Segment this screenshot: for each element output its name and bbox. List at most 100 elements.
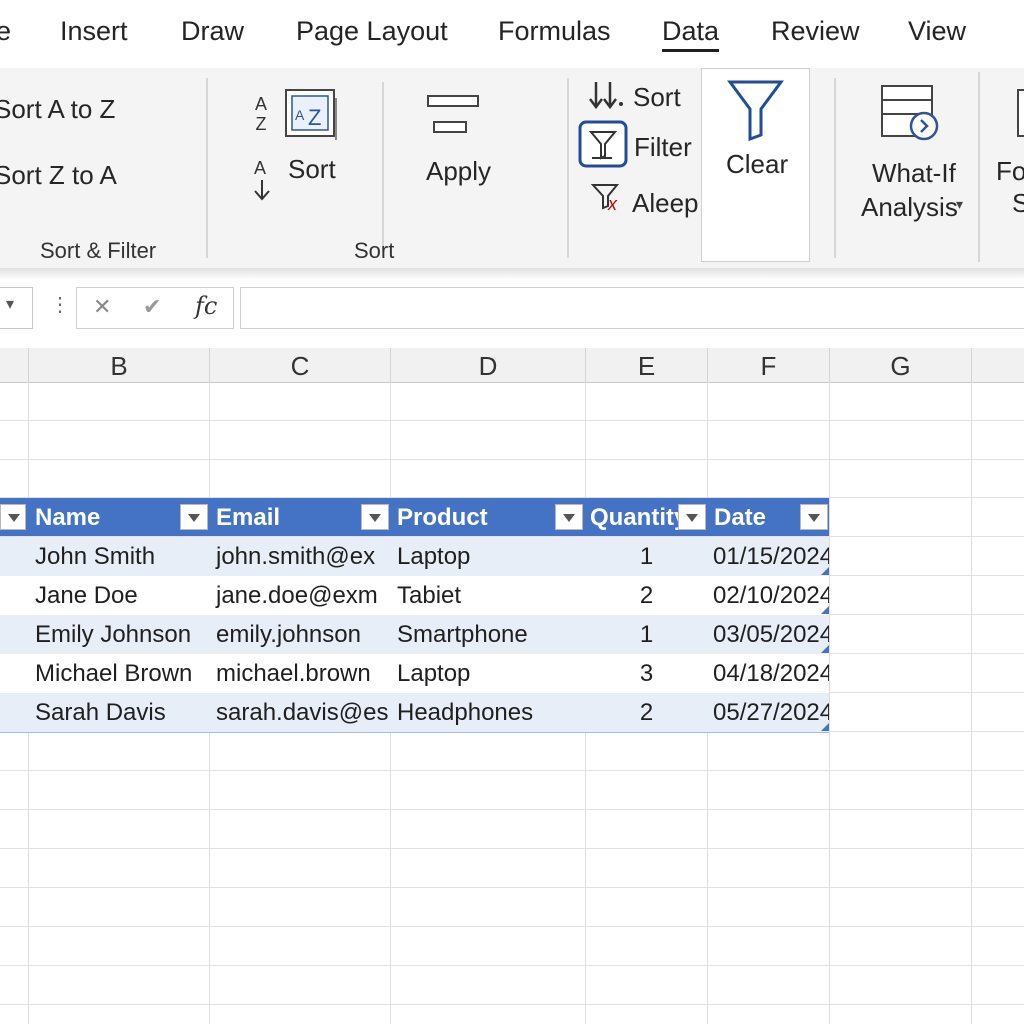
insert-function-icon[interactable]: fc — [195, 292, 217, 320]
filter-dropdown-email[interactable] — [361, 504, 389, 530]
tab-draw[interactable]: Draw — [181, 16, 244, 47]
more-options-icon[interactable]: ⋮ — [50, 292, 70, 317]
formula-input[interactable] — [240, 287, 1024, 329]
cell-email[interactable]: jane.doe@exm — [210, 576, 390, 615]
sort-az-small-icon[interactable]: AZ — [254, 94, 268, 134]
tab-data[interactable]: Data — [662, 16, 720, 52]
sort-button[interactable]: Sort — [288, 154, 336, 185]
forecast-label-line1[interactable]: Fo — [996, 156, 1024, 187]
grid-line — [829, 382, 830, 1024]
grid-line — [971, 382, 972, 1024]
cell-date[interactable]: 04/18/2024 — [708, 654, 829, 693]
tab-insert[interactable]: Insert — [60, 16, 128, 47]
column-header-a-partial[interactable] — [0, 348, 29, 383]
what-if-analysis-icon[interactable] — [878, 82, 944, 144]
column-header-e[interactable]: E — [586, 348, 708, 383]
apply-icon[interactable] — [424, 94, 484, 138]
cell-name[interactable]: Sarah Davis — [29, 693, 209, 732]
cancel-icon[interactable]: ✕ — [93, 294, 111, 320]
grid-line — [0, 459, 1024, 460]
cell-quantity[interactable]: 1 — [586, 615, 707, 654]
cell-marker — [821, 645, 829, 653]
cell-name[interactable]: Jane Doe — [29, 576, 209, 615]
cell-email[interactable]: sarah.davis@es — [210, 693, 390, 732]
ribbon: Sort A to Z Sort Z to A Sort & Filter AZ… — [0, 68, 1024, 268]
group-label-sort: Sort — [354, 238, 395, 263]
grid-line — [0, 1004, 1024, 1005]
cell-quantity[interactable]: 3 — [586, 654, 707, 693]
column-header-c[interactable]: C — [210, 348, 391, 383]
column-header-b[interactable]: B — [29, 348, 210, 383]
cell-quantity[interactable]: 2 — [586, 693, 707, 732]
chevron-down-icon[interactable]: ▾ — [6, 294, 14, 314]
name-box[interactable]: ▾ — [0, 287, 33, 329]
grid-line — [0, 926, 1024, 927]
cell-date[interactable]: 05/27/2024 — [708, 693, 829, 732]
cell-email[interactable]: john.smith@ex — [210, 537, 390, 576]
formula-controls: ✕ ✔ fc — [76, 287, 234, 329]
grid-line — [0, 809, 1024, 810]
clear-filter-icon[interactable]: x — [590, 182, 626, 212]
sort-a-to-z-button[interactable]: Sort A to Z — [0, 94, 115, 125]
group-divider — [834, 78, 836, 258]
grid-line — [0, 887, 1024, 888]
filter-dropdown-quantity[interactable] — [678, 504, 706, 530]
forecast-icon[interactable] — [1016, 86, 1024, 138]
ribbon-shadow — [0, 268, 1024, 280]
cell-date[interactable]: 01/15/2024 — [708, 537, 829, 576]
cell-name[interactable]: John Smith — [29, 537, 209, 576]
what-if-label-line2[interactable]: Analysis — [861, 192, 958, 223]
cell-product[interactable]: Headphones — [391, 693, 585, 732]
sort-command[interactable]: Sort — [633, 82, 681, 113]
grid-line — [0, 848, 1024, 849]
table-header-quantity: Quantity — [590, 504, 678, 531]
sort-dialog-icon[interactable]: A Z — [284, 88, 340, 140]
cell-date[interactable]: 03/05/2024 — [708, 615, 829, 654]
group-divider — [978, 72, 980, 262]
filter-dropdown-date[interactable] — [800, 504, 828, 530]
grid-line — [0, 420, 1024, 421]
cell-marker — [821, 567, 829, 575]
tab-formulas[interactable]: Formulas — [498, 16, 611, 47]
cell-product[interactable]: Laptop — [391, 537, 585, 576]
cell-email[interactable]: emily.johnson — [210, 615, 390, 654]
cell-product[interactable]: Smartphone — [391, 615, 585, 654]
aleep-command[interactable]: Aleep — [632, 188, 700, 219]
clear-label: Clear — [726, 149, 789, 179]
tab-view[interactable]: View — [908, 16, 966, 47]
table-resize-handle[interactable] — [821, 723, 829, 731]
sort-small-a-icon: A — [254, 158, 267, 178]
apply-button[interactable]: Apply — [426, 156, 491, 187]
sort-z-to-a-button[interactable]: Sort Z to A — [0, 160, 117, 191]
column-header-d[interactable]: D — [391, 348, 586, 383]
cell-date[interactable]: 02/10/2024 — [708, 576, 829, 615]
what-if-label-line1[interactable]: What-If — [872, 158, 956, 189]
cell-product[interactable]: Tabiet — [391, 576, 585, 615]
cell-name[interactable]: Michael Brown — [29, 654, 209, 693]
filter-dropdown-product[interactable] — [555, 504, 583, 530]
cell-quantity[interactable]: 2 — [586, 576, 707, 615]
cell-email[interactable]: michael.brown — [210, 654, 390, 693]
enter-icon[interactable]: ✔ — [143, 294, 161, 320]
cell-name[interactable]: Emily Johnson — [29, 615, 209, 654]
cell-quantity[interactable]: 1 — [586, 537, 707, 576]
ribbon-tab-bar: e Insert Draw Page Layout Formulas Data … — [0, 0, 1024, 68]
grid-line — [0, 965, 1024, 966]
column-header-g[interactable]: G — [830, 348, 972, 383]
filter-dropdown-name[interactable] — [180, 504, 208, 530]
down-arrow-icon — [254, 180, 270, 201]
cell-product[interactable]: Laptop — [391, 654, 585, 693]
tab-review[interactable]: Review — [771, 16, 860, 47]
column-header-f[interactable]: F — [708, 348, 830, 383]
group-label-sort-filter: Sort & Filter — [40, 238, 157, 263]
group-divider — [206, 78, 208, 258]
column-header-h-partial[interactable] — [972, 348, 1024, 383]
forecast-label-line2[interactable]: S — [1012, 188, 1024, 219]
tab-page-layout[interactable]: Page Layout — [296, 16, 448, 47]
filter-dropdown-a[interactable] — [0, 504, 26, 530]
clear-button[interactable]: Clear — [701, 68, 810, 262]
group-divider — [567, 78, 569, 258]
tab-home-partial[interactable]: e — [0, 16, 11, 47]
filter-icon[interactable] — [578, 120, 630, 168]
filter-command[interactable]: Filter — [634, 132, 692, 163]
